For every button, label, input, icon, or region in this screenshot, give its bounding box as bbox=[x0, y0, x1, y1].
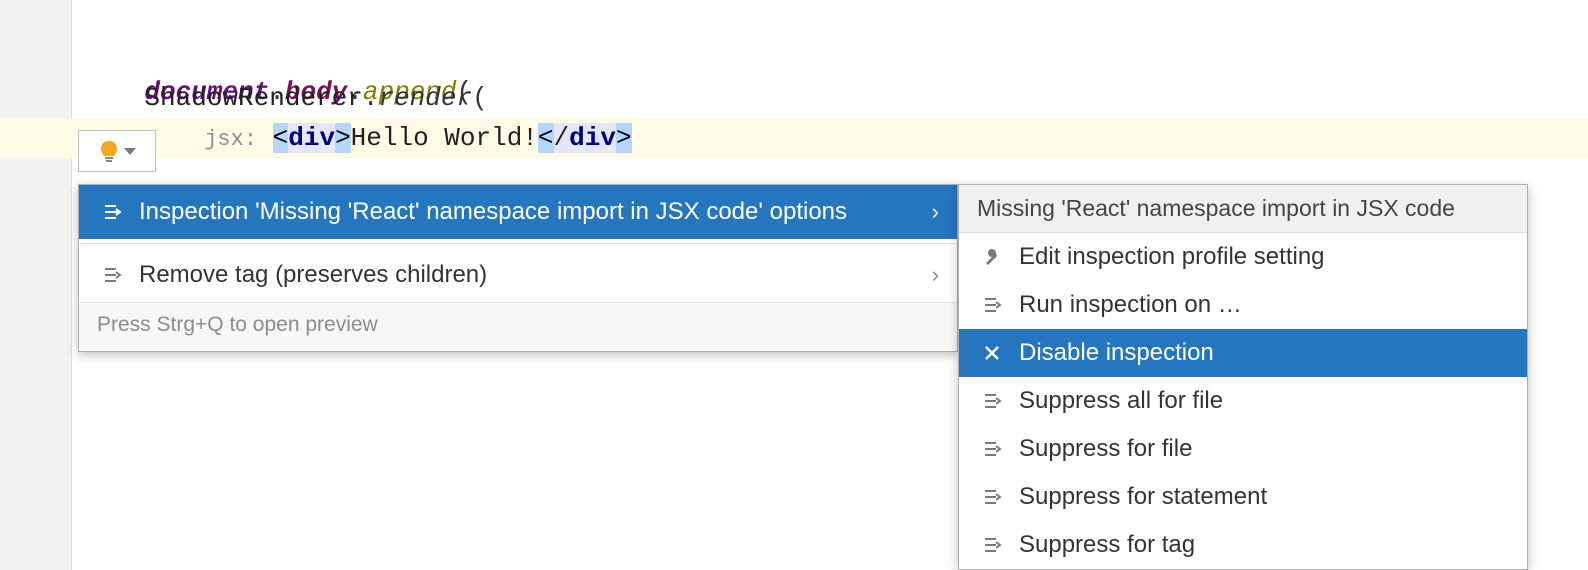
intention-bulb[interactable] bbox=[78, 130, 156, 172]
menu-item-label: Run inspection on … bbox=[1019, 291, 1509, 319]
token-render: render bbox=[378, 83, 472, 113]
intention-menu: Inspection 'Missing 'React' namespace im… bbox=[78, 184, 958, 352]
inlay-hint-jsx: jsx: bbox=[204, 127, 257, 152]
code-line-1[interactable]: document.body.append( bbox=[72, 32, 1588, 72]
token-gt2: > bbox=[616, 123, 632, 153]
menu-item-suppress-tag[interactable]: Suppress for tag bbox=[959, 521, 1527, 569]
menu-item-suppress-file[interactable]: Suppress for file bbox=[959, 425, 1527, 473]
code-line-3-current[interactable]: jsx: <div>Hello World!</div> bbox=[0, 118, 1588, 158]
token-tag-open: div bbox=[288, 123, 335, 153]
intention-icon bbox=[977, 295, 1007, 315]
token-lt2: < bbox=[538, 123, 554, 153]
token-dot: . bbox=[363, 83, 379, 113]
lightbulb-icon bbox=[98, 139, 120, 163]
menu-item-label: Remove tag (preserves children) bbox=[139, 261, 932, 289]
chevron-down-icon bbox=[124, 148, 136, 155]
menu-item-run-inspection[interactable]: Run inspection on … bbox=[959, 281, 1527, 329]
menu-item-disable-inspection[interactable]: Disable inspection bbox=[959, 329, 1527, 377]
menu-item-remove-tag[interactable]: Remove tag (preserves children) › bbox=[79, 248, 957, 302]
intention-icon bbox=[977, 487, 1007, 507]
menu-item-label: Suppress for tag bbox=[1019, 531, 1509, 559]
code-line-2[interactable]: ShadowRenderer.render( bbox=[72, 78, 1588, 118]
menu-item-label: Suppress for statement bbox=[1019, 483, 1509, 511]
token-lt: < bbox=[273, 123, 289, 153]
token-tag-close: div bbox=[569, 123, 616, 153]
wrench-icon bbox=[977, 247, 1007, 267]
menu-item-inspection-options[interactable]: Inspection 'Missing 'React' namespace im… bbox=[79, 185, 957, 239]
menu-item-label: Disable inspection bbox=[1019, 339, 1509, 367]
submenu-header: Missing 'React' namespace import in JSX … bbox=[959, 185, 1527, 233]
intention-icon bbox=[97, 265, 127, 285]
menu-item-label: Suppress all for file bbox=[1019, 387, 1509, 415]
token-slash: / bbox=[554, 123, 570, 153]
menu-item-label: Edit inspection profile setting bbox=[1019, 243, 1509, 271]
menu-separator bbox=[79, 243, 957, 244]
menu-item-edit-profile[interactable]: Edit inspection profile setting bbox=[959, 233, 1527, 281]
intention-icon bbox=[977, 391, 1007, 411]
token-gt: > bbox=[335, 123, 351, 153]
chevron-right-icon: › bbox=[932, 199, 939, 225]
token-open-paren: ( bbox=[472, 83, 488, 113]
menu-item-suppress-all-file[interactable]: Suppress all for file bbox=[959, 377, 1527, 425]
menu-item-label: Suppress for file bbox=[1019, 435, 1509, 463]
intention-icon bbox=[97, 202, 127, 222]
menu-item-suppress-statement[interactable]: Suppress for statement bbox=[959, 473, 1527, 521]
chevron-right-icon: › bbox=[932, 262, 939, 288]
intention-icon bbox=[977, 535, 1007, 555]
token-class: ShadowRenderer bbox=[144, 83, 362, 113]
menu-footer-hint: Press Strg+Q to open preview bbox=[79, 302, 957, 351]
close-icon bbox=[977, 344, 1007, 362]
menu-item-label: Inspection 'Missing 'React' namespace im… bbox=[139, 198, 932, 226]
inspection-submenu: Missing 'React' namespace import in JSX … bbox=[958, 184, 1528, 570]
intention-icon bbox=[977, 439, 1007, 459]
editor-gutter bbox=[0, 0, 72, 570]
token-jsx-text: Hello World! bbox=[351, 123, 538, 153]
